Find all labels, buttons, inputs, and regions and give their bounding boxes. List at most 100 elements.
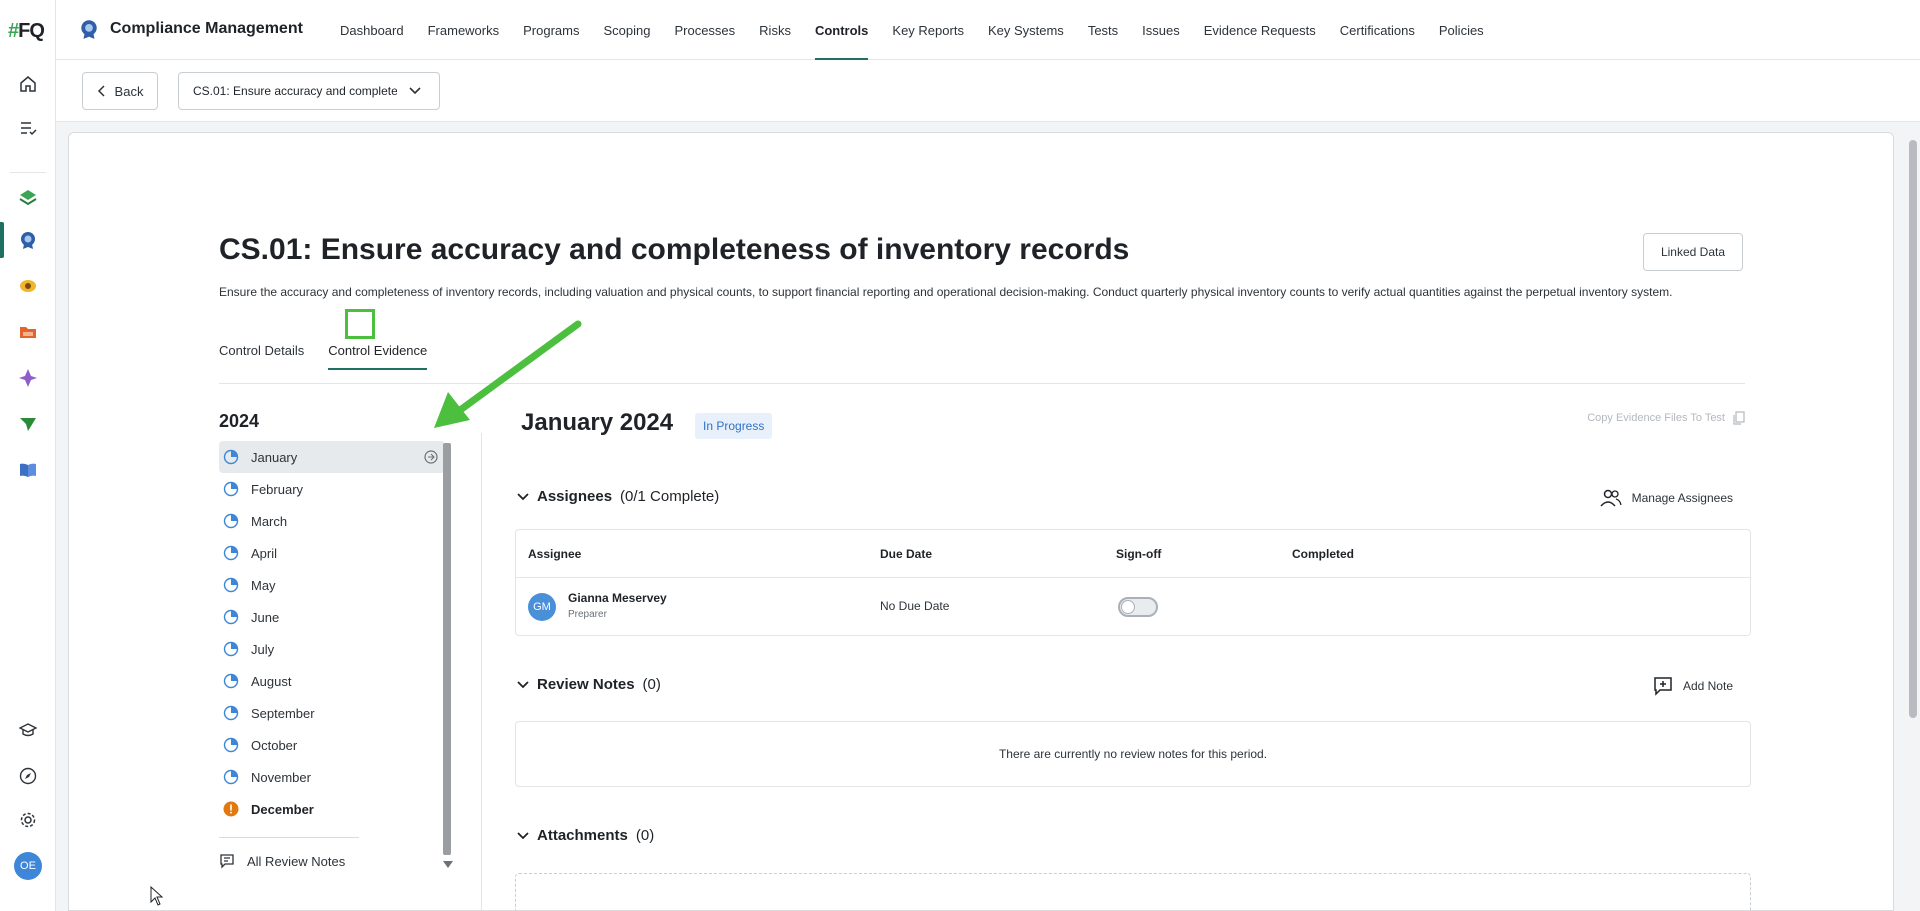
in-progress-icon: [223, 449, 239, 465]
linked-data-button[interactable]: Linked Data: [1643, 233, 1743, 271]
copy-period-icon[interactable]: [421, 447, 441, 467]
copy-icon: [1733, 411, 1745, 425]
month-label: July: [251, 641, 275, 657]
assignees-section-toggle[interactable]: Assignees (0/1 Complete): [517, 488, 719, 505]
month-item-november[interactable]: November: [219, 761, 445, 793]
send-icon[interactable]: [14, 410, 42, 438]
month-list-scrollbar[interactable]: [443, 443, 451, 855]
risk-icon[interactable]: [14, 272, 42, 300]
assignee-role: Preparer: [568, 609, 607, 620]
book-icon[interactable]: [14, 456, 42, 484]
control-select[interactable]: CS.01: Ensure accuracy and completeness …: [178, 72, 440, 110]
nav-evidence-requests[interactable]: Evidence Requests: [1192, 0, 1328, 60]
col-sign-off: Sign-off: [1116, 546, 1162, 561]
month-item-december[interactable]: December: [219, 793, 445, 825]
sign-off-toggle[interactable]: [1118, 597, 1158, 617]
review-notes-empty: There are currently no review notes for …: [515, 721, 1751, 787]
col-due-date: Due Date: [880, 546, 933, 561]
col-assignee: Assignee: [528, 546, 582, 561]
nav-tests[interactable]: Tests: [1076, 0, 1130, 60]
add-note-label: Add Note: [1682, 679, 1733, 693]
assignee-avatar: GM: [528, 593, 556, 621]
tab-control-details[interactable]: Control Details: [219, 343, 304, 370]
home-icon[interactable]: [14, 70, 42, 98]
month-item-august[interactable]: August: [219, 665, 445, 697]
month-label: May: [251, 577, 276, 593]
month-label: January: [251, 449, 298, 465]
add-note-button[interactable]: Add Note: [1653, 676, 1733, 696]
assignees-table: Assignee Due Date Sign-off Completed GM …: [515, 529, 1751, 636]
page-scroll-thumb[interactable]: [1909, 140, 1917, 718]
review-notes-section-toggle[interactable]: Review Notes (0): [517, 676, 661, 693]
compliance-badge-icon[interactable]: [14, 226, 42, 254]
scroll-down-arrow-icon[interactable]: [443, 861, 453, 868]
month-label: November: [251, 769, 311, 785]
sparkle-icon[interactable]: [14, 364, 42, 392]
nav-key-systems[interactable]: Key Systems: [976, 0, 1076, 60]
back-label: Back: [114, 83, 144, 99]
nav-issues[interactable]: Issues: [1130, 0, 1192, 60]
nav-scoping[interactable]: Scoping: [591, 0, 662, 60]
manage-assignees-button[interactable]: Manage Assignees: [1600, 489, 1733, 507]
chevron-left-icon: [97, 85, 105, 97]
gear-icon[interactable]: [14, 806, 42, 834]
column-divider: [481, 433, 482, 910]
app-badge-icon: [78, 18, 100, 45]
sub-bar: Back CS.01: Ensure accuracy and complete…: [56, 60, 1920, 122]
nav-risks[interactable]: Risks: [747, 0, 803, 60]
month-item-march[interactable]: March: [219, 505, 445, 537]
manage-assignees-label: Manage Assignees: [1631, 491, 1733, 505]
copy-evidence-button[interactable]: Copy Evidence Files To Test: [1587, 411, 1745, 425]
nav-key-reports[interactable]: Key Reports: [880, 0, 976, 60]
nav-processes[interactable]: Processes: [662, 0, 747, 60]
back-button[interactable]: Back: [82, 72, 158, 110]
nav-frameworks[interactable]: Frameworks: [416, 0, 512, 60]
in-progress-icon: [223, 609, 239, 625]
layers-icon[interactable]: [14, 184, 42, 212]
tab-control-evidence[interactable]: Control Evidence: [328, 343, 428, 370]
attachments-heading: Attachments: [537, 827, 628, 844]
month-list-divider: [219, 837, 359, 838]
page-title: CS.01: Ensure accuracy and completeness …: [219, 233, 1130, 266]
nav-controls[interactable]: Controls: [803, 0, 880, 60]
in-progress-icon: [223, 737, 239, 753]
tasks-icon[interactable]: [14, 114, 42, 142]
all-review-notes-link[interactable]: All Review Notes: [219, 853, 345, 869]
month-item-october[interactable]: October: [219, 729, 445, 761]
in-progress-icon: [223, 481, 239, 497]
assignee-name: Gianna Meservey: [568, 591, 667, 605]
in-progress-icon: [223, 769, 239, 785]
attachments-section-toggle[interactable]: Attachments (0): [517, 827, 654, 844]
training-icon[interactable]: [14, 716, 42, 744]
month-label: September: [251, 705, 315, 721]
add-comment-icon: [1654, 677, 1672, 696]
nav-programs[interactable]: Programs: [511, 0, 591, 60]
rail-divider: [10, 172, 46, 173]
due-date-value: No Due Date: [880, 599, 950, 613]
month-item-july[interactable]: July: [219, 633, 445, 665]
chevron-down-icon: [517, 680, 529, 688]
chevron-down-icon: [409, 87, 421, 95]
users-icon: [1600, 489, 1622, 507]
month-label: March: [251, 513, 288, 529]
month-item-january[interactable]: January: [219, 441, 445, 473]
year-heading: 2024: [219, 411, 260, 431]
user-avatar[interactable]: OE: [14, 852, 42, 880]
all-review-notes-label: All Review Notes: [247, 853, 346, 869]
month-item-september[interactable]: September: [219, 697, 445, 729]
month-item-february[interactable]: February: [219, 473, 445, 505]
mouse-cursor-icon: [150, 886, 164, 906]
nav-certifications[interactable]: Certifications: [1328, 0, 1427, 60]
attachments-dropzone[interactable]: [515, 873, 1751, 910]
month-label: August: [251, 673, 292, 689]
folder-icon[interactable]: [14, 318, 42, 346]
month-item-june[interactable]: June: [219, 601, 445, 633]
nav-policies[interactable]: Policies: [1427, 0, 1496, 60]
month-item-may[interactable]: May: [219, 569, 445, 601]
nav-dashboard[interactable]: Dashboard: [328, 0, 416, 60]
brand-logo[interactable]: #FQ: [8, 20, 45, 43]
col-completed: Completed: [1292, 546, 1355, 561]
app-title: Compliance Management: [110, 20, 303, 37]
compass-icon[interactable]: [14, 762, 42, 790]
month-item-april[interactable]: April: [219, 537, 445, 569]
